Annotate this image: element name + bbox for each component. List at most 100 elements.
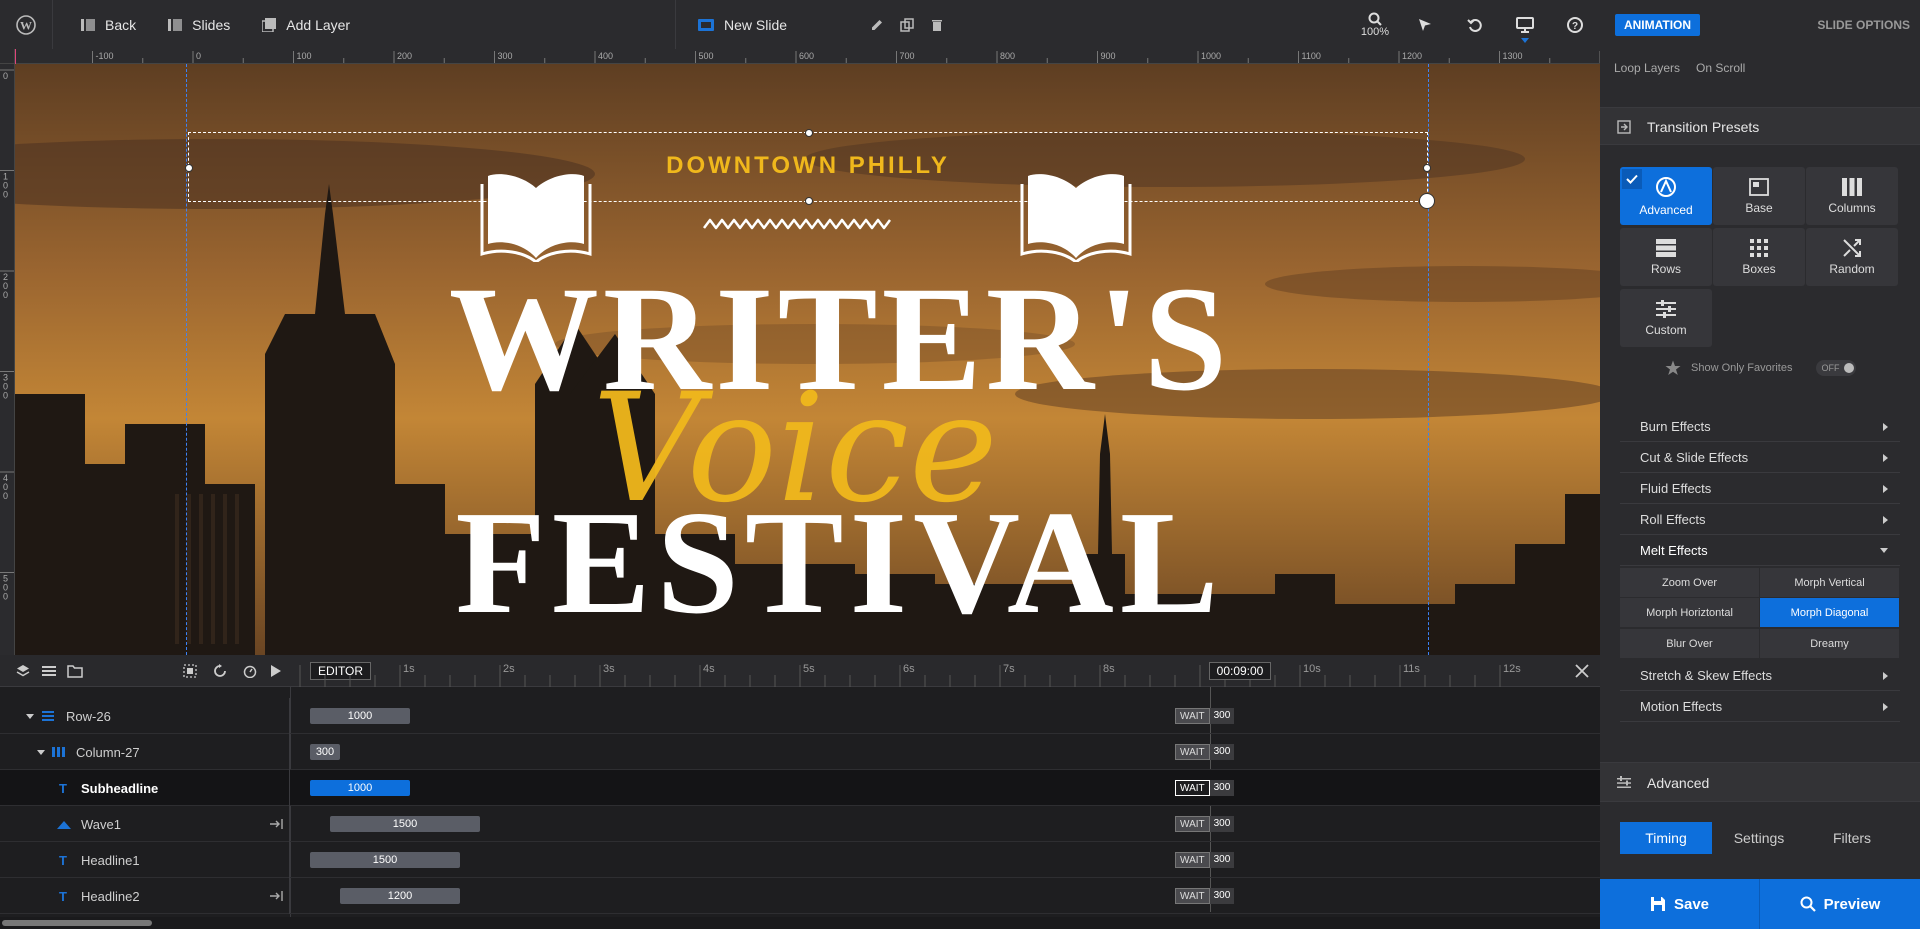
snap-grid-icon[interactable]	[183, 664, 197, 678]
current-time-display[interactable]: 00:09:00	[1209, 662, 1271, 680]
advanced-header[interactable]: Advanced	[1600, 762, 1920, 802]
preset-columns[interactable]: Columns	[1806, 167, 1898, 225]
tab-animation[interactable]: ANIMATION	[1615, 14, 1700, 36]
timeline-row[interactable]: T Headline2 1200 WAIT 300	[0, 878, 1600, 914]
align-right-icon[interactable]	[270, 890, 284, 902]
tab-settings[interactable]: Settings	[1713, 822, 1805, 854]
timeline-row[interactable]: Column-27 300 WAIT 300	[0, 734, 1600, 770]
active-marker	[1521, 38, 1529, 43]
out-duration: 300	[1209, 852, 1235, 868]
effect-melt[interactable]: Melt Effects	[1620, 536, 1900, 566]
timeline-row[interactable]: Wave1 1500 WAIT 300	[0, 806, 1600, 842]
rotate-handle[interactable]	[1419, 193, 1435, 209]
align-right-icon[interactable]	[270, 818, 284, 830]
resize-handle-bottom[interactable]	[805, 197, 813, 205]
timeline-row[interactable]: Row-26 1000 WAIT 300	[0, 698, 1600, 734]
subheadline-text[interactable]: DOWNTOWN PHILLY	[188, 152, 1428, 180]
tab-timing[interactable]: Timing	[1620, 822, 1712, 854]
list-icon[interactable]	[42, 664, 56, 678]
select-button[interactable]	[1400, 0, 1450, 49]
duplicate-icon[interactable]	[900, 17, 914, 32]
base-icon	[1749, 177, 1769, 196]
animation-bar[interactable]: 1200	[340, 888, 460, 904]
wait-badge[interactable]: WAIT 300	[1175, 852, 1235, 868]
animation-bar[interactable]: 1500	[310, 852, 460, 868]
edit-icon[interactable]	[870, 18, 884, 32]
preset-rows[interactable]: Rows	[1620, 228, 1712, 286]
trash-icon[interactable]	[930, 18, 944, 32]
wordpress-icon: W	[16, 14, 36, 35]
animation-bar[interactable]: 1000	[310, 708, 410, 724]
wait-badge[interactable]: WAIT 300	[1175, 888, 1235, 904]
effect-cut-slide[interactable]: Cut & Slide Effects	[1620, 443, 1900, 473]
animation-bar[interactable]: 300	[310, 744, 340, 760]
slide-canvas[interactable]: DOWNTOWN PHILLY WRITER'S FESTIVAL Voice	[15, 64, 1600, 655]
folder-icon[interactable]	[67, 664, 83, 678]
row-icon	[42, 711, 54, 721]
loop-icon[interactable]	[213, 664, 227, 678]
timeline-tick-label: 3s	[603, 663, 615, 675]
script-text[interactable]: Voice	[515, 369, 1075, 529]
loop-layers-option[interactable]: Loop Layers	[1614, 61, 1680, 75]
timeline-row-selected[interactable]: T Subheadline 1000 WAIT 300	[0, 770, 1600, 806]
wait-badge[interactable]: WAIT 300	[1175, 816, 1235, 832]
preset-advanced[interactable]: Advanced	[1620, 167, 1712, 225]
effect-motion[interactable]: Motion Effects	[1620, 692, 1900, 722]
animation-bar[interactable]: 1500	[330, 816, 480, 832]
help-button[interactable]: ?	[1550, 0, 1600, 49]
melt-dreamy[interactable]: Dreamy	[1760, 629, 1899, 658]
wordpress-logo-button[interactable]: W	[0, 0, 52, 49]
ruler-label: 1200	[1402, 51, 1422, 61]
melt-morph-diagonal[interactable]: Morph Diagonal	[1760, 598, 1899, 627]
play-icon[interactable]	[270, 664, 282, 678]
close-icon[interactable]	[1575, 664, 1589, 678]
stopwatch-icon[interactable]	[243, 664, 257, 678]
collapse-arrow-icon[interactable]	[26, 713, 34, 719]
horizontal-scrollbar[interactable]	[0, 917, 1600, 929]
preview-button[interactable]: Preview	[1760, 879, 1920, 929]
preset-random[interactable]: Random	[1806, 228, 1898, 286]
device-desktop-button[interactable]	[1500, 0, 1550, 49]
scrollbar-thumb[interactable]	[2, 920, 152, 926]
wait-badge[interactable]: WAIT 300	[1175, 744, 1235, 760]
layers-icon[interactable]	[16, 664, 30, 678]
melt-blur-over[interactable]: Blur Over	[1620, 629, 1759, 658]
effect-fluid[interactable]: Fluid Effects	[1620, 474, 1900, 504]
melt-morph-vertical[interactable]: Morph Vertical	[1760, 568, 1899, 597]
star-icon[interactable]	[1665, 360, 1681, 376]
out-duration: 300	[1209, 744, 1235, 760]
undo-button[interactable]	[1450, 0, 1500, 49]
transition-presets-header[interactable]: Transition Presets	[1600, 107, 1920, 145]
effect-roll[interactable]: Roll Effects	[1620, 505, 1900, 535]
ruler-label: 0	[3, 290, 8, 300]
on-scroll-option[interactable]: On Scroll	[1696, 61, 1745, 75]
effect-burn[interactable]: Burn Effects	[1620, 412, 1900, 442]
animation-bar[interactable]: 1000	[310, 780, 410, 796]
ruler-label: 400	[598, 51, 613, 61]
preset-boxes[interactable]: Boxes	[1713, 228, 1805, 286]
timeline-row[interactable]: T Headline1 1500 WAIT 300	[0, 842, 1600, 878]
check-icon	[1622, 169, 1642, 189]
layer-name: Wave1	[81, 816, 121, 832]
effect-stretch-skew[interactable]: Stretch & Skew Effects	[1620, 661, 1900, 691]
wait-badge[interactable]: WAIT 300	[1175, 780, 1235, 796]
zoom-button[interactable]: 100%	[1350, 0, 1400, 49]
preset-custom[interactable]: Custom	[1620, 289, 1712, 347]
melt-morph-horizontal[interactable]: Morph Horiztontal	[1620, 598, 1759, 627]
slides-button[interactable]: Slides	[152, 0, 246, 49]
tab-filters[interactable]: Filters	[1806, 822, 1898, 854]
tab-slide-options[interactable]: SLIDE OPTIONS	[1800, 14, 1910, 36]
wait-badge[interactable]: WAIT 300	[1175, 708, 1235, 724]
save-button[interactable]: Save	[1600, 879, 1759, 929]
slide-name[interactable]: New Slide	[682, 0, 803, 49]
melt-zoom-over[interactable]: Zoom Over	[1620, 568, 1759, 597]
preset-base[interactable]: Base	[1713, 167, 1805, 225]
collapse-arrow-icon[interactable]	[37, 749, 45, 755]
back-button[interactable]: Back	[53, 0, 152, 49]
timeline-ruler[interactable]: 1s 2s 3s 4s 5s 6s 7s 8s 10s 11s 12s	[290, 655, 1580, 687]
favorites-toggle[interactable]: OFF	[1816, 360, 1857, 376]
add-layer-button[interactable]: Add Layer	[246, 0, 366, 49]
wave-decoration[interactable]	[702, 214, 892, 234]
resize-handle-top[interactable]	[805, 129, 813, 137]
effect-label: Motion Effects	[1640, 699, 1723, 714]
